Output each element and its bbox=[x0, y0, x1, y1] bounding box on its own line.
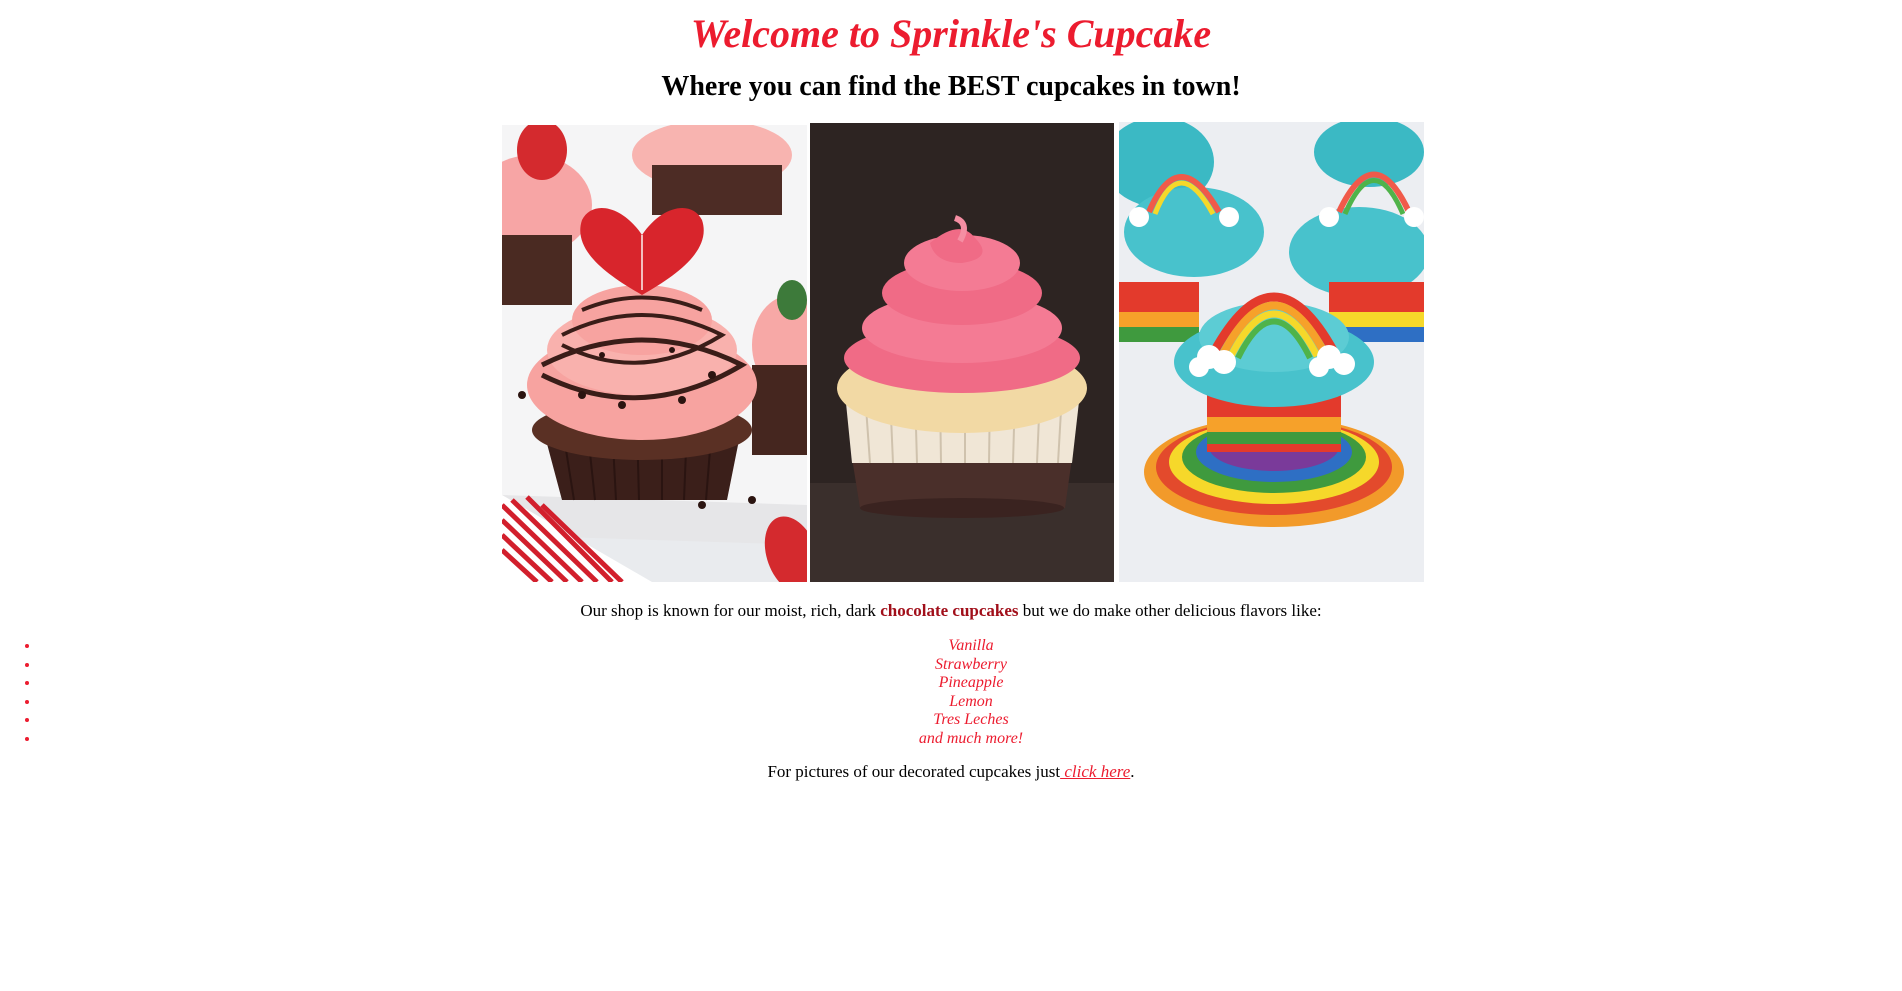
strawberry-chocolate-cupcake-image bbox=[502, 125, 807, 582]
page: Welcome to Sprinkle's Cupcake Where you … bbox=[0, 0, 1902, 991]
cupcake-gallery bbox=[502, 122, 1424, 582]
click-here-link[interactable]: click here bbox=[1060, 762, 1130, 781]
page-subtitle: Where you can find the BEST cupcakes in … bbox=[661, 71, 1241, 102]
intro-text-start: Our shop is known for our moist, rich, d… bbox=[580, 601, 881, 620]
rainbow-cupcake-image bbox=[1119, 122, 1424, 582]
list-item: Pineapple bbox=[40, 674, 1902, 693]
shop-intro: Our shop is known for our moist, rich, d… bbox=[0, 601, 1902, 621]
list-item: Strawberry bbox=[40, 656, 1902, 675]
outro-text-start: For pictures of our decorated cupcakes j… bbox=[767, 762, 1061, 781]
chocolate-cupcakes-highlight: chocolate cupcakes bbox=[880, 601, 1019, 620]
pink-frosted-vanilla-cupcake-image bbox=[810, 123, 1114, 582]
pictures-note: For pictures of our decorated cupcakes j… bbox=[0, 762, 1902, 782]
page-title: Welcome to Sprinkle's Cupcake bbox=[690, 11, 1212, 56]
intro-text-end: but we do make other delicious flavors l… bbox=[1018, 601, 1322, 620]
list-item: Tres Leches bbox=[40, 711, 1902, 730]
list-item: Lemon bbox=[40, 693, 1902, 712]
list-item: Vanilla bbox=[40, 637, 1902, 656]
flavor-list: Vanilla Strawberry Pineapple Lemon Tres … bbox=[0, 637, 1902, 748]
list-item: and much more! bbox=[40, 730, 1902, 749]
outro-text-end: . bbox=[1130, 762, 1135, 781]
